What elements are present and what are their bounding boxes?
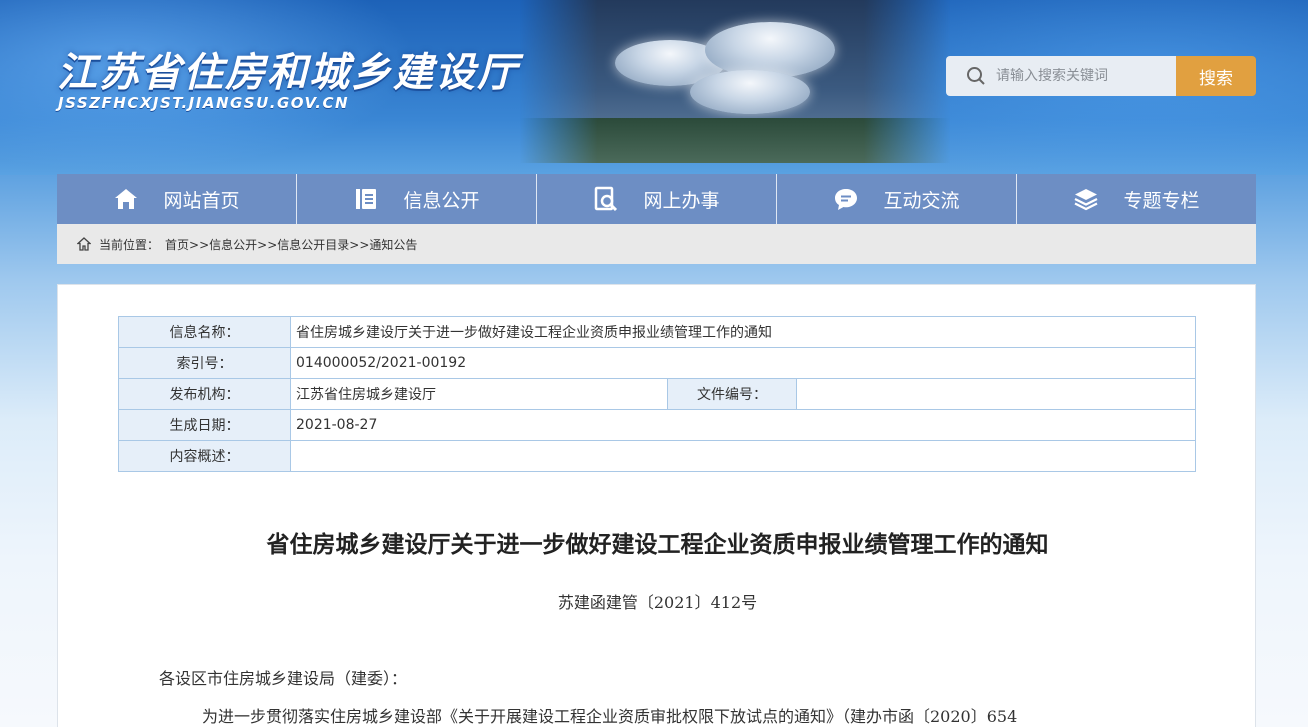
nav-item-label: 互动交流: [883, 189, 960, 212]
home-icon: [115, 189, 138, 209]
meta-name-value: 省住房城乡建设厅关于进一步做好建设工程企业资质申报业绩管理工作的通知: [290, 316, 1196, 348]
breadcrumb-item-notices[interactable]: >>通知公告: [349, 236, 417, 253]
meta-publisher-value: 江苏省住房城乡建设厅: [290, 378, 668, 410]
meta-date-value: 2021-08-27: [290, 409, 1196, 441]
article-salutation: 各设区市住房城乡建设局（建委）：: [159, 669, 408, 688]
chat-icon: [835, 189, 858, 210]
nav-item-label: 网上办事: [643, 189, 720, 212]
site-domain: JSSZFHCXJST.JIANGSU.GOV.CN: [58, 94, 350, 112]
article-doc-number: 苏建函建管〔2021〕412号: [557, 593, 758, 612]
nav-item-online-service[interactable]: 网上办事: [537, 174, 777, 224]
search-input[interactable]: [996, 68, 1166, 84]
breadcrumb-item-info-catalog[interactable]: >>信息公开目录: [257, 236, 349, 253]
document-icon: [356, 189, 377, 209]
meta-label: 索引号：: [118, 347, 291, 379]
meta-label: 内容概述：: [118, 440, 291, 472]
article-title: 省住房城乡建设厅关于进一步做好建设工程企业资质申报业绩管理工作的通知: [266, 532, 1049, 558]
article-body-paragraph: 为进一步贯彻落实住房城乡建设部《关于开展建设工程企业资质审批权限下放试点的通知》…: [202, 707, 1018, 726]
meta-index-value: 014000052/2021-00192: [290, 347, 1196, 379]
main-nav: 网站首页 信息公开 网上办事 互动交流 专题专栏: [57, 174, 1256, 224]
breadcrumb: 当前位置： 首页 >>信息公开 >>信息公开目录 >>通知公告: [57, 224, 1256, 264]
site-title[interactable]: 江苏省住房和城乡建设厅: [57, 40, 519, 98]
content-panel: 信息名称： 省住房城乡建设厅关于进一步做好建设工程企业资质申报业绩管理工作的通知…: [57, 284, 1256, 727]
search-doc-icon: [595, 186, 618, 212]
header-banner-image: [520, 0, 950, 163]
meta-label: 文件编号：: [667, 378, 797, 410]
search-icon: [967, 67, 985, 85]
info-meta-table: 信息名称： 省住房城乡建设厅关于进一步做好建设工程企业资质申报业绩管理工作的通知…: [118, 316, 1196, 472]
nav-item-special-topics[interactable]: 专题专栏: [1017, 174, 1256, 224]
meta-docno-value: [796, 378, 1196, 410]
breadcrumb-prefix: 当前位置：: [99, 237, 160, 252]
breadcrumb-item-info-public[interactable]: >>信息公开: [189, 236, 257, 253]
nav-item-interaction[interactable]: 互动交流: [777, 174, 1017, 224]
meta-label: 发布机构：: [118, 378, 291, 410]
breadcrumb-item-home[interactable]: 首页: [165, 236, 189, 253]
meta-label: 生成日期：: [118, 409, 291, 441]
nav-item-home[interactable]: 网站首页: [57, 174, 297, 224]
meta-summary-value: [290, 440, 1196, 472]
nav-item-label: 信息公开: [403, 189, 480, 212]
home-icon: [77, 237, 91, 251]
nav-item-info-public[interactable]: 信息公开: [297, 174, 537, 224]
search-button[interactable]: 搜索: [1176, 56, 1256, 96]
nav-item-label: 专题专栏: [1123, 189, 1200, 212]
meta-label: 信息名称：: [118, 316, 291, 348]
search-bar: 搜索: [946, 56, 1256, 96]
search-box: [946, 56, 1176, 96]
nav-item-label: 网站首页: [163, 189, 240, 212]
layers-icon: [1074, 189, 1098, 211]
